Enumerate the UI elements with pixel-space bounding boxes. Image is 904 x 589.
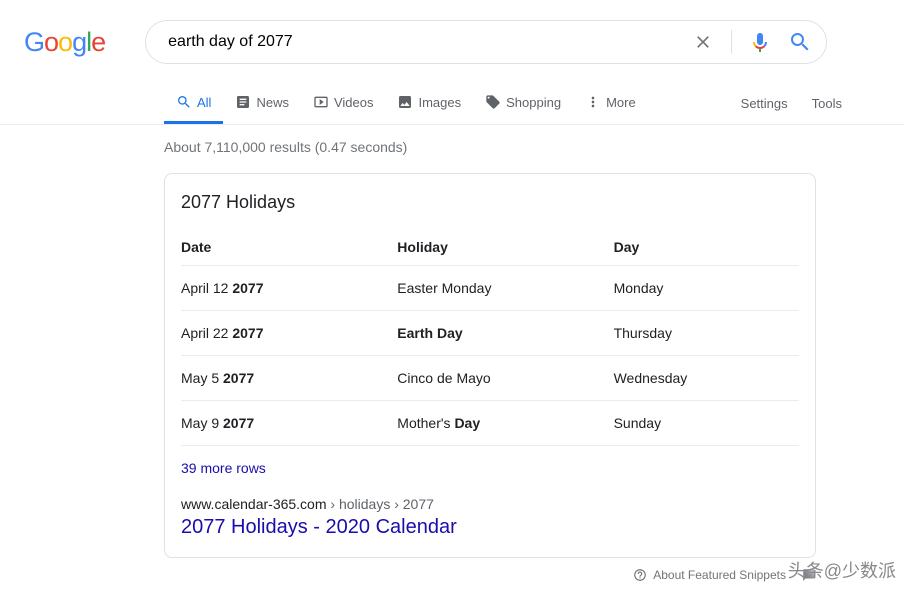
tab-label: Videos [334,95,374,110]
cell-holiday: Easter Monday [397,266,613,311]
google-logo[interactable]: Google [24,27,105,58]
tab-label: More [606,95,636,110]
cell-date: April 22 2077 [181,311,397,356]
card-title: 2077 Holidays [181,192,799,213]
breadcrumb-path: › holidays › 2077 [327,496,434,512]
search-icon [176,94,192,110]
tab-shopping[interactable]: Shopping [473,82,573,124]
divider [731,30,732,54]
th-day: Day [614,229,799,266]
cell-day: Thursday [614,311,799,356]
more-rows-link[interactable]: 39 more rows [181,446,799,492]
table-row: April 12 2077Easter MondayMonday [181,266,799,311]
cell-date: May 5 2077 [181,356,397,401]
clear-icon[interactable] [691,30,715,54]
table-row: April 22 2077Earth DayThursday [181,311,799,356]
tab-news[interactable]: News [223,82,301,124]
tools-link[interactable]: Tools [812,84,842,122]
tab-label: Images [418,95,461,110]
settings-link[interactable]: Settings [741,84,788,122]
search-icon[interactable] [788,30,812,54]
cell-holiday: Mother's Day [397,401,613,446]
search-box [145,20,827,64]
result-stats: About 7,110,000 results (0.47 seconds) [164,125,816,173]
table-row: May 5 2077Cinco de MayoWednesday [181,356,799,401]
tag-icon [485,94,501,110]
help-icon [633,568,647,582]
tab-videos[interactable]: Videos [301,82,386,124]
tab-label: All [197,95,211,110]
image-icon [397,94,413,110]
about-featured-snippets[interactable]: About Featured Snippets [164,568,816,582]
tab-all[interactable]: All [164,82,223,124]
th-date: Date [181,229,397,266]
video-icon [313,94,329,110]
more-icon [585,94,601,110]
cell-holiday: Cinco de Mayo [397,356,613,401]
tab-more[interactable]: More [573,82,648,124]
tab-images[interactable]: Images [385,82,473,124]
featured-snippet-card: 2077 Holidays Date Holiday Day April 12 … [164,173,816,558]
th-holiday: Holiday [397,229,613,266]
breadcrumb-site: www.calendar-365.com [181,496,327,512]
cell-day: Wednesday [614,356,799,401]
breadcrumb[interactable]: www.calendar-365.com › holidays › 2077 [181,492,799,512]
about-snippets-label: About Featured Snippets [653,568,786,582]
search-input[interactable] [166,32,691,52]
cell-day: Sunday [614,401,799,446]
tab-label: Shopping [506,95,561,110]
tab-label: News [256,95,289,110]
cell-date: May 9 2077 [181,401,397,446]
cell-date: April 12 2077 [181,266,397,311]
mic-icon[interactable] [748,30,772,54]
holidays-table: Date Holiday Day April 12 2077Easter Mon… [181,229,799,446]
table-row: May 9 2077Mother's DaySunday [181,401,799,446]
news-icon [235,94,251,110]
cell-day: Monday [614,266,799,311]
feedback-icon [802,568,816,582]
result-title-link[interactable]: 2077 Holidays - 2020 Calendar [181,512,799,545]
cell-holiday: Earth Day [397,311,613,356]
